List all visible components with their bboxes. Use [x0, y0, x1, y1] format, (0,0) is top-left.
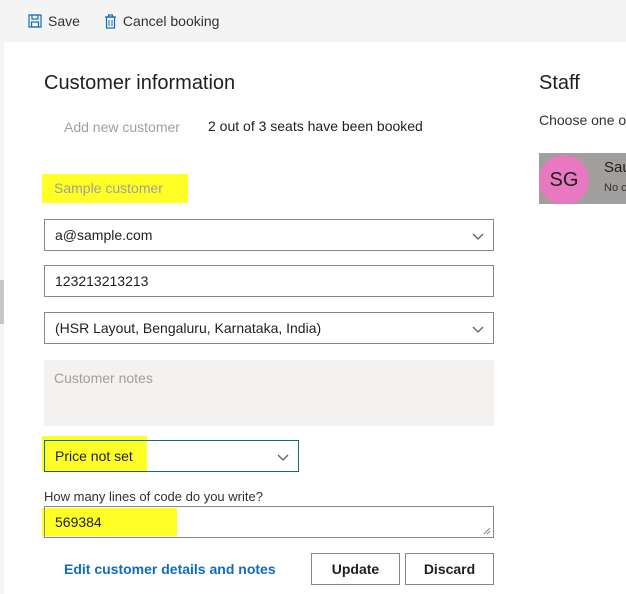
customer-notes-placeholder: Customer notes — [54, 370, 153, 386]
address-field[interactable]: (HSR Layout, Bengaluru, Karnataka, India… — [44, 312, 494, 344]
resize-handle-icon[interactable] — [483, 527, 491, 535]
email-value: a@sample.com — [55, 227, 153, 243]
seats-status: 2 out of 3 seats have been booked — [208, 118, 423, 134]
chevron-down-icon — [472, 233, 484, 240]
update-button[interactable]: Update — [311, 553, 400, 585]
save-icon — [28, 14, 42, 28]
add-new-customer-button[interactable]: Add new customer — [64, 119, 180, 135]
cancel-booking-button[interactable]: Cancel booking — [104, 13, 220, 29]
command-bar: Save Cancel booking — [0, 0, 626, 42]
save-label: Save — [48, 13, 80, 29]
trash-icon — [104, 13, 116, 29]
customer-name-input[interactable]: Sample customer — [44, 172, 494, 204]
staff-hint: Choose one or — [539, 112, 626, 128]
staff-name: Sau — [604, 159, 626, 176]
chevron-down-icon — [277, 454, 289, 461]
address-value: (HSR Layout, Bengaluru, Karnataka, India… — [55, 320, 322, 336]
phone-value: 123213213213 — [55, 273, 149, 289]
price-dropdown[interactable]: Price not set — [44, 440, 299, 472]
avatar: SG — [539, 155, 589, 204]
customer-info-title: Customer information — [44, 72, 236, 94]
save-button[interactable]: Save — [28, 13, 80, 29]
customer-notes-input[interactable]: Customer notes — [44, 360, 494, 426]
staff-subtext: No c — [604, 182, 626, 194]
price-value: Price not set — [55, 448, 133, 464]
code-lines-input[interactable]: 569384 — [44, 506, 494, 538]
cancel-booking-label: Cancel booking — [122, 13, 220, 29]
code-question-label: How many lines of code do you write? — [44, 489, 263, 504]
code-lines-value: 569384 — [55, 514, 102, 530]
chevron-down-icon — [472, 326, 484, 333]
staff-title: Staff — [539, 72, 580, 94]
discard-button[interactable]: Discard — [405, 553, 494, 585]
edit-customer-link[interactable]: Edit customer details and notes — [64, 561, 276, 577]
customer-name-placeholder: Sample customer — [54, 180, 163, 196]
phone-field[interactable]: 123213213213 — [44, 265, 494, 297]
staff-card[interactable]: SG Sau No c — [539, 153, 626, 204]
email-field[interactable]: a@sample.com — [44, 219, 494, 251]
booking-panel: Customer information Add new customer 2 … — [4, 42, 626, 594]
